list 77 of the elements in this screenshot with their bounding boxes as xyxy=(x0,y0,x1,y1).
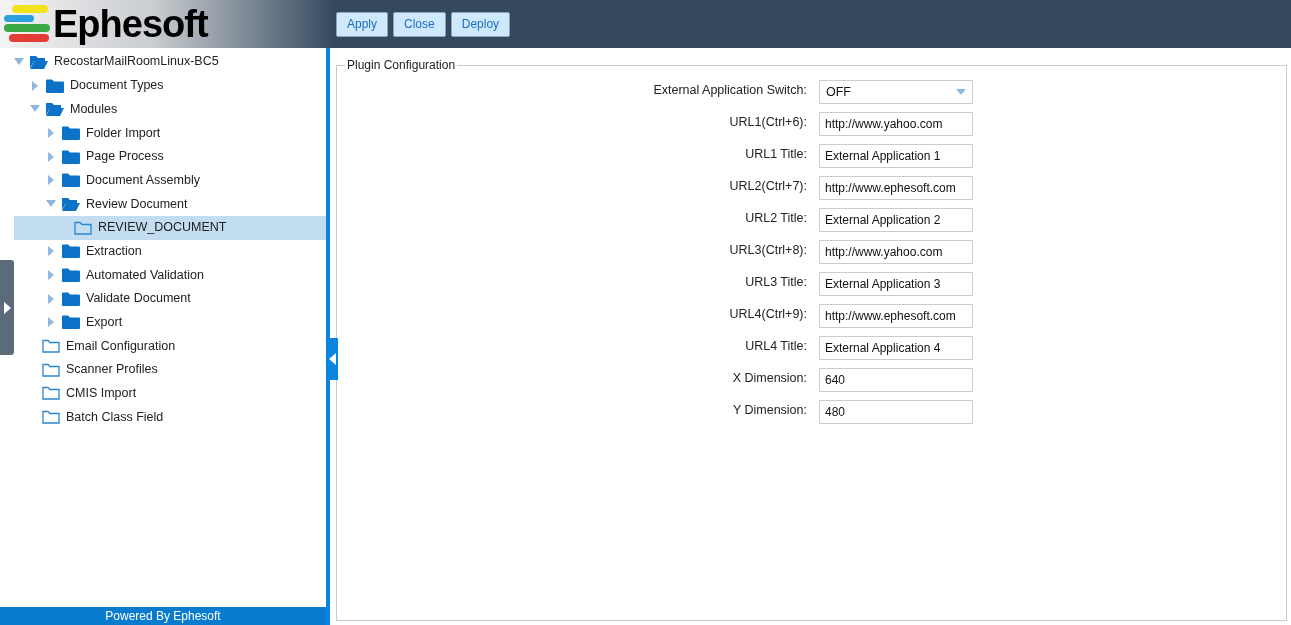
field-label: Y Dimension: xyxy=(731,402,807,419)
tree-item[interactable]: Export xyxy=(14,310,326,335)
field-label: URL1(Ctrl+6): xyxy=(728,114,807,131)
field-label: URL2(Ctrl+7): xyxy=(728,178,807,195)
folder-icon xyxy=(62,125,80,140)
text-field[interactable]: 640 xyxy=(819,368,973,392)
text-field[interactable]: http://www.yahoo.com xyxy=(819,112,973,136)
field-label: URL4(Ctrl+9): xyxy=(728,306,807,323)
toolbar-button[interactable]: Deploy xyxy=(450,11,511,37)
text-field[interactable]: http://www.yahoo.com xyxy=(819,240,973,264)
collapse-handle[interactable] xyxy=(326,338,338,380)
tree-item[interactable]: Email Configuration xyxy=(14,334,326,358)
tree-item[interactable]: Document Types xyxy=(14,73,326,98)
side-expand-handle[interactable] xyxy=(0,260,14,355)
logo-bars-icon xyxy=(3,3,51,45)
folder-icon xyxy=(62,268,80,283)
folder-outline-icon xyxy=(42,386,60,401)
tree-item[interactable]: Folder Import xyxy=(14,121,326,145)
field-label: External Application Switch: xyxy=(652,82,807,99)
tree-item[interactable]: Document Assembly xyxy=(14,168,326,193)
folder-icon xyxy=(62,173,80,188)
footer-bar: Powered By Ephesoft xyxy=(0,607,326,625)
caret-right-icon[interactable] xyxy=(46,246,56,257)
caret-left-icon xyxy=(328,353,336,365)
text-field[interactable]: External Application 3 xyxy=(819,272,973,296)
tree-item[interactable]: Modules xyxy=(14,97,326,122)
logo-text: Ephesoft xyxy=(53,5,208,43)
caret-down-icon[interactable] xyxy=(46,199,56,208)
caret-right-icon[interactable] xyxy=(46,317,56,328)
caret-right-icon[interactable] xyxy=(46,127,56,138)
caret-right-icon[interactable] xyxy=(46,151,56,162)
open-folder-icon xyxy=(46,102,64,117)
field-label: URL3(Ctrl+8): xyxy=(728,242,807,259)
field-label: URL2 Title: xyxy=(744,210,807,227)
tree-item[interactable]: Review Document xyxy=(14,192,326,216)
dropdown-field[interactable]: OFF xyxy=(819,80,973,104)
open-folder-icon xyxy=(62,196,80,211)
text-field[interactable]: External Application 4 xyxy=(819,336,973,360)
caret-right-icon[interactable] xyxy=(46,293,56,304)
toolbar-button[interactable]: Apply xyxy=(336,11,389,37)
caret-right-icon[interactable] xyxy=(30,80,40,91)
folder-outline-icon xyxy=(42,362,60,377)
field-label: URL4 Title: xyxy=(744,338,807,355)
field-label: URL3 Title: xyxy=(744,274,807,291)
tree-item[interactable]: Batch Class Field xyxy=(14,405,326,429)
tree-item[interactable]: Scanner Profiles xyxy=(14,357,326,382)
caret-right-icon[interactable] xyxy=(46,270,56,281)
text-field[interactable]: http://www.ephesoft.com xyxy=(819,304,973,328)
text-field[interactable]: External Application 1 xyxy=(819,144,973,168)
folder-icon xyxy=(46,78,64,93)
caret-down-icon[interactable] xyxy=(14,57,24,66)
folder-outline-icon xyxy=(74,220,92,235)
dropdown-caret-icon xyxy=(956,89,966,95)
text-field[interactable]: http://www.ephesoft.com xyxy=(819,176,973,200)
caret-right-icon[interactable] xyxy=(46,175,56,186)
tree-item[interactable]: Automated Validation xyxy=(14,263,326,287)
text-field[interactable]: 480 xyxy=(819,400,973,424)
tree-item[interactable]: RecostarMailRoomLinux-BC5 xyxy=(14,50,326,74)
caret-right-icon xyxy=(3,301,11,314)
panel-title: Plugin Configuration xyxy=(346,57,457,74)
tree-item[interactable]: REVIEW_DOCUMENT xyxy=(14,215,326,240)
folder-outline-icon xyxy=(42,410,60,425)
tree-item[interactable]: CMIS Import xyxy=(14,381,326,406)
folder-icon xyxy=(62,315,80,330)
tree-item[interactable]: Validate Document xyxy=(14,286,326,311)
toolbar-button[interactable]: Close xyxy=(393,11,446,37)
field-label: URL1 Title: xyxy=(744,146,807,163)
folder-icon xyxy=(62,291,80,306)
folder-icon xyxy=(62,244,80,259)
caret-down-icon[interactable] xyxy=(30,105,40,114)
tree-item[interactable]: Extraction xyxy=(14,239,326,264)
folder-icon xyxy=(62,149,80,164)
open-folder-icon xyxy=(30,54,48,69)
folder-outline-icon xyxy=(42,339,60,354)
field-label: X Dimension: xyxy=(731,370,807,387)
tree-item[interactable]: Page Process xyxy=(14,144,326,169)
text-field[interactable]: External Application 2 xyxy=(819,208,973,232)
